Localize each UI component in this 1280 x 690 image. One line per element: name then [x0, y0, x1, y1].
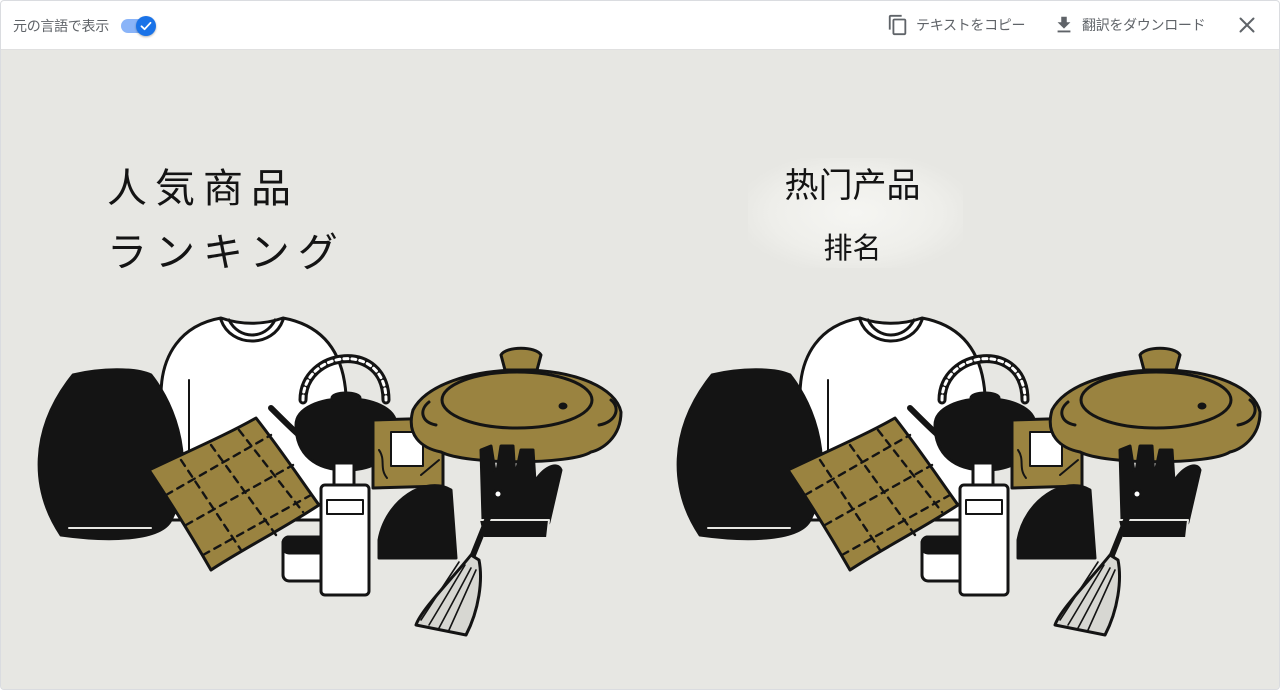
- copy-text-button[interactable]: テキストをコピー: [887, 13, 1025, 37]
- vase-drawing: [676, 368, 824, 541]
- download-translation-button[interactable]: 翻訳をダウンロード: [1053, 13, 1206, 37]
- image-comparison-area: 人気商品 ランキング 热门产品 排名: [1, 50, 1279, 689]
- clay-pot-drawing: [409, 346, 623, 464]
- show-original-label: 元の言語で表示: [13, 19, 109, 35]
- vase-drawing: [37, 368, 185, 541]
- products-illustration: [37, 316, 623, 637]
- translated-image: 热门产品 排名: [640, 50, 1279, 689]
- original-image: 人気商品 ランキング: [1, 50, 640, 689]
- download-icon: [1057, 16, 1071, 33]
- switch-knob: [135, 16, 156, 36]
- dustpan-drawing: [1016, 484, 1097, 560]
- toolbar: 元の言語で表示 テキストをコピー 翻訳をダウンロード: [1, 1, 1279, 50]
- dustpan-drawing: [377, 484, 458, 560]
- translation-viewer: 元の言語で表示 テキストをコピー 翻訳をダウンロード 人気商品 ランキング 热门…: [0, 0, 1280, 690]
- check-icon: [140, 21, 152, 31]
- close-icon: [1239, 17, 1255, 33]
- copy-icon: [888, 14, 907, 36]
- download-translation-label: 翻訳をダウンロード: [1082, 18, 1206, 34]
- products-illustration: [676, 316, 1262, 637]
- show-original-toggle-group: 元の言語で表示: [13, 14, 160, 38]
- clay-pot-drawing: [1048, 346, 1262, 464]
- copy-text-label: テキストをコピー: [916, 18, 1026, 34]
- show-original-switch[interactable]: [120, 14, 160, 38]
- close-button[interactable]: [1235, 13, 1259, 37]
